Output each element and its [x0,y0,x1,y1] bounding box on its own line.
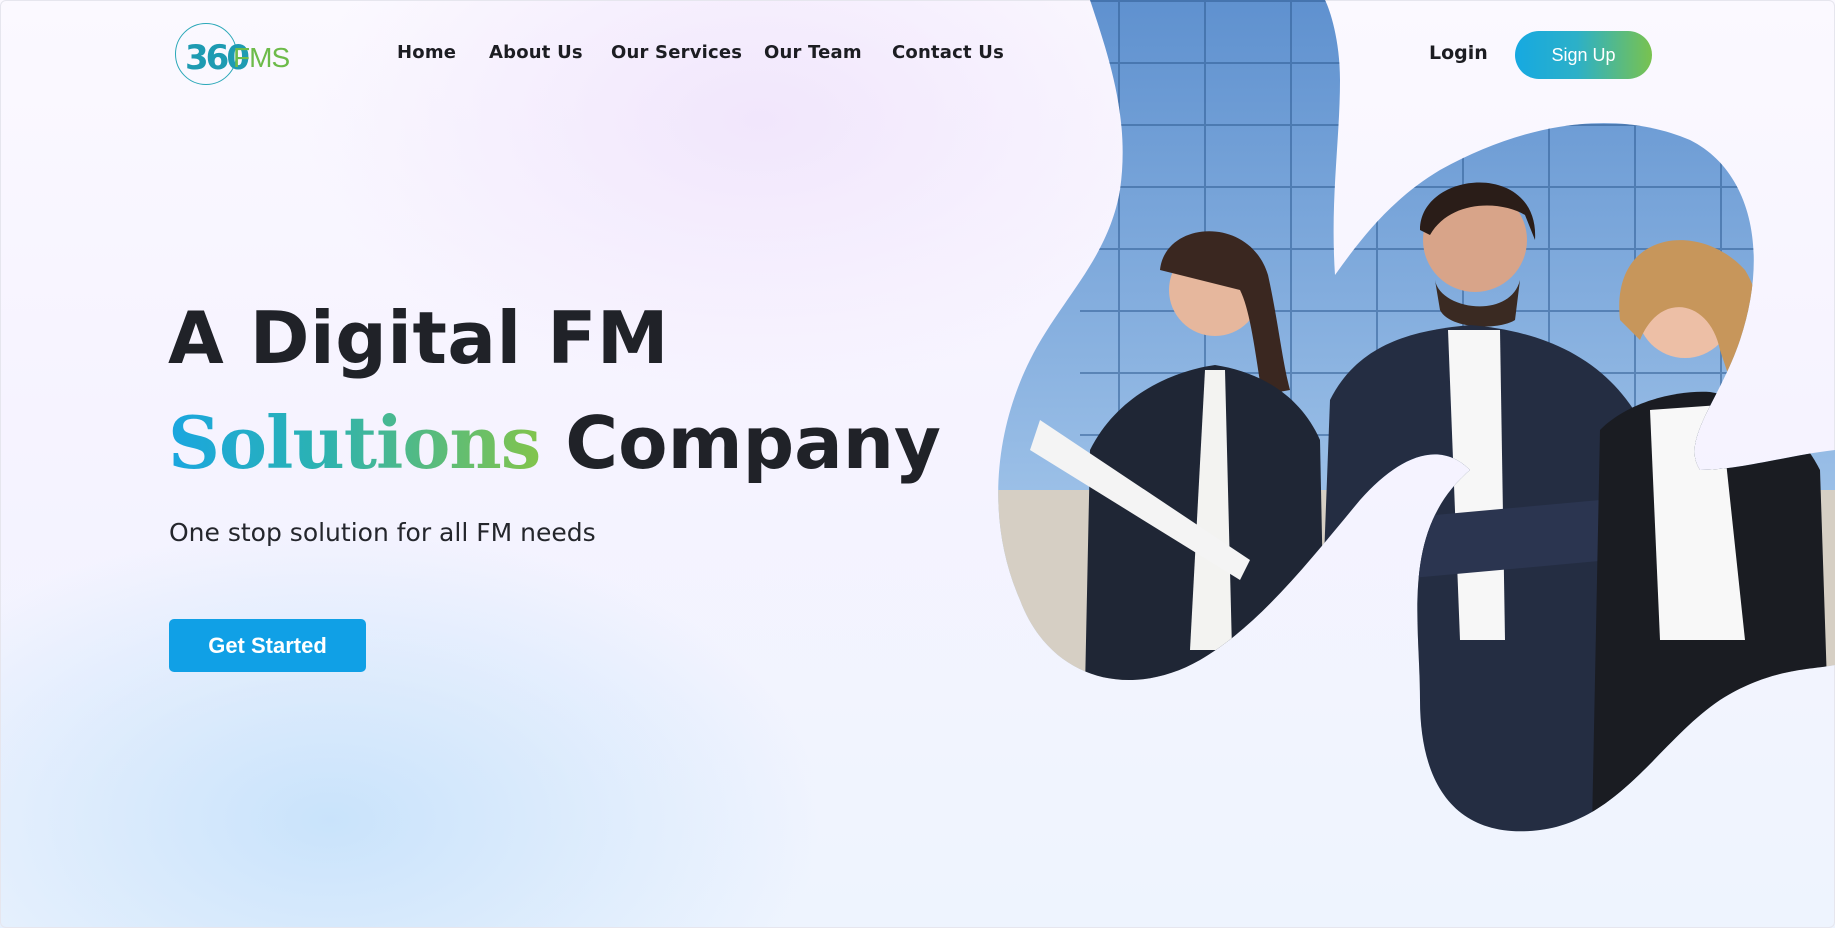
hero-team-image [998,0,1835,832]
